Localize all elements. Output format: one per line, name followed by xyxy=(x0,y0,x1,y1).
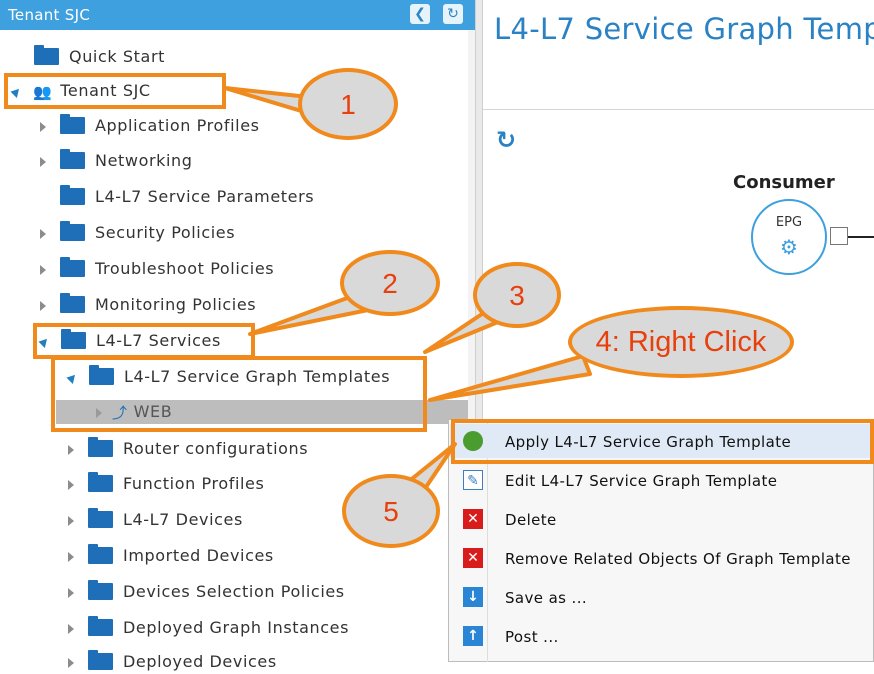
collapsed-arrow-icon[interactable] xyxy=(40,156,46,167)
callout-label: 1 xyxy=(340,89,356,120)
folder-icon xyxy=(88,544,113,564)
tree-item-label: Networking xyxy=(95,151,193,170)
tree-item-label: Quick Start xyxy=(69,47,166,66)
folder-icon xyxy=(60,257,85,277)
tree-item-label: Troubleshoot Policies xyxy=(95,259,275,278)
collapsed-arrow-icon[interactable] xyxy=(68,444,74,455)
callout-1: 1 xyxy=(298,68,398,140)
highlight-box-l4l7-services xyxy=(33,323,255,359)
highlight-box-graph-templates xyxy=(51,356,427,432)
menu-item-remove-related-objects[interactable]: ✕ Remove Related Objects Of Graph Templa… xyxy=(450,541,872,575)
tree-item-label: Application Profiles xyxy=(95,116,260,135)
folder-icon xyxy=(60,221,85,241)
folder-icon xyxy=(60,293,85,313)
consumer-epg-node[interactable]: EPG ⚙ xyxy=(751,199,827,275)
callout-label: 3 xyxy=(509,280,525,311)
collapsed-arrow-icon[interactable] xyxy=(68,551,74,562)
tree-item-imported-devices[interactable]: Imported Devices xyxy=(68,544,274,568)
epg-connector-line xyxy=(848,236,874,238)
tree-item-l4l7-devices[interactable]: L4-L7 Devices xyxy=(68,508,243,532)
refresh-icon[interactable]: ↻ xyxy=(443,4,463,24)
callout-label: 2 xyxy=(382,268,398,299)
epg-label: EPG xyxy=(775,215,803,230)
collapsed-arrow-icon[interactable] xyxy=(68,623,74,634)
save-as-icon: ↓ xyxy=(463,587,483,607)
menu-item-label: Edit L4-L7 Service Graph Template xyxy=(505,472,778,490)
menu-item-edit-service-graph-template[interactable]: ✎ Edit L4-L7 Service Graph Template xyxy=(450,463,872,497)
callout-label: 4: Right Click xyxy=(595,326,767,358)
menu-item-save-as[interactable]: ↓ Save as ... xyxy=(450,580,872,614)
tree-item-label: Router configurations xyxy=(123,439,309,458)
collapsed-arrow-icon[interactable] xyxy=(40,228,46,239)
tree-item-devices-selection-policies[interactable]: Devices Selection Policies xyxy=(68,580,345,604)
tree-item-label: Function Profiles xyxy=(123,474,265,493)
menu-item-delete[interactable]: ✕ Delete xyxy=(450,502,872,536)
highlight-box-tenant xyxy=(4,73,226,109)
tree-item-label: Imported Devices xyxy=(123,546,274,565)
tree-item-quick-start[interactable]: Quick Start xyxy=(34,45,165,69)
callout-3: 3 xyxy=(473,262,561,328)
navigation-title-bar: Tenant SJC ❮ ↻ xyxy=(0,0,475,30)
tree-item-function-profiles[interactable]: Function Profiles xyxy=(68,472,264,496)
folder-icon xyxy=(60,149,85,169)
tree-item-application-profiles[interactable]: Application Profiles xyxy=(40,114,260,138)
callout-4-right-click: 4: Right Click xyxy=(568,306,794,378)
folder-icon xyxy=(88,472,113,492)
folder-icon xyxy=(88,580,113,600)
folder-icon xyxy=(88,437,113,457)
callout-label: 5 xyxy=(383,496,399,527)
tree-item-router-configurations[interactable]: Router configurations xyxy=(68,437,308,461)
folder-icon xyxy=(34,45,59,65)
folder-icon xyxy=(60,185,85,205)
tree-item-label: Security Policies xyxy=(95,223,236,242)
folder-icon xyxy=(88,508,113,528)
page-title: L4-L7 Service Graph Templa xyxy=(494,12,874,46)
tree-item-deployed-graph-instances[interactable]: Deployed Graph Instances xyxy=(68,616,349,640)
collapsed-arrow-icon[interactable] xyxy=(40,300,46,311)
post-icon: ↑ xyxy=(463,626,483,646)
tree-item-deployed-devices[interactable]: Deployed Devices xyxy=(68,650,277,674)
epg-connector-port[interactable] xyxy=(830,227,848,245)
delete-icon: ✕ xyxy=(463,509,483,529)
tree-item-label: Deployed Graph Instances xyxy=(123,618,350,637)
menu-item-label: Delete xyxy=(505,511,557,529)
tree-item-l4l7-service-parameters[interactable]: L4-L7 Service Parameters xyxy=(60,185,314,209)
tree-item-troubleshoot-policies[interactable]: Troubleshoot Policies xyxy=(40,257,274,281)
tree-item-label: L4-L7 Devices xyxy=(123,510,243,529)
collapsed-arrow-icon[interactable] xyxy=(40,121,46,132)
menu-item-label: Save as ... xyxy=(505,589,588,607)
menu-item-label: Remove Related Objects Of Graph Template xyxy=(505,550,851,568)
edit-icon: ✎ xyxy=(463,470,483,490)
tree-item-networking[interactable]: Networking xyxy=(40,149,193,173)
collapsed-arrow-icon[interactable] xyxy=(68,479,74,490)
menu-item-post[interactable]: ↑ Post ... xyxy=(450,619,872,653)
navigation-title: Tenant SJC xyxy=(8,6,91,24)
remove-icon: ✕ xyxy=(463,548,483,568)
title-divider xyxy=(483,109,874,110)
callout-2: 2 xyxy=(340,250,440,316)
share-icon[interactable]: ❮ xyxy=(410,4,430,24)
tree-item-label: Devices Selection Policies xyxy=(123,582,345,601)
tree-item-label: L4-L7 Service Parameters xyxy=(95,187,315,206)
collapsed-arrow-icon[interactable] xyxy=(68,587,74,598)
tree-item-monitoring-policies[interactable]: Monitoring Policies xyxy=(40,293,256,317)
folder-icon xyxy=(88,616,113,636)
diagram-refresh-icon[interactable]: ↻ xyxy=(496,126,516,154)
highlight-box-apply-item xyxy=(451,419,874,464)
collapsed-arrow-icon[interactable] xyxy=(40,264,46,275)
consumer-label: Consumer xyxy=(733,172,835,193)
menu-item-label: Post ... xyxy=(505,628,559,646)
tree-item-label: Monitoring Policies xyxy=(95,295,257,314)
callout-5: 5 xyxy=(342,474,440,548)
folder-icon xyxy=(60,114,85,134)
collapsed-arrow-icon[interactable] xyxy=(68,515,74,526)
tree-item-security-policies[interactable]: Security Policies xyxy=(40,221,235,245)
collapsed-arrow-icon[interactable] xyxy=(68,657,74,668)
epg-gear-icon: ⚙ xyxy=(780,235,798,259)
